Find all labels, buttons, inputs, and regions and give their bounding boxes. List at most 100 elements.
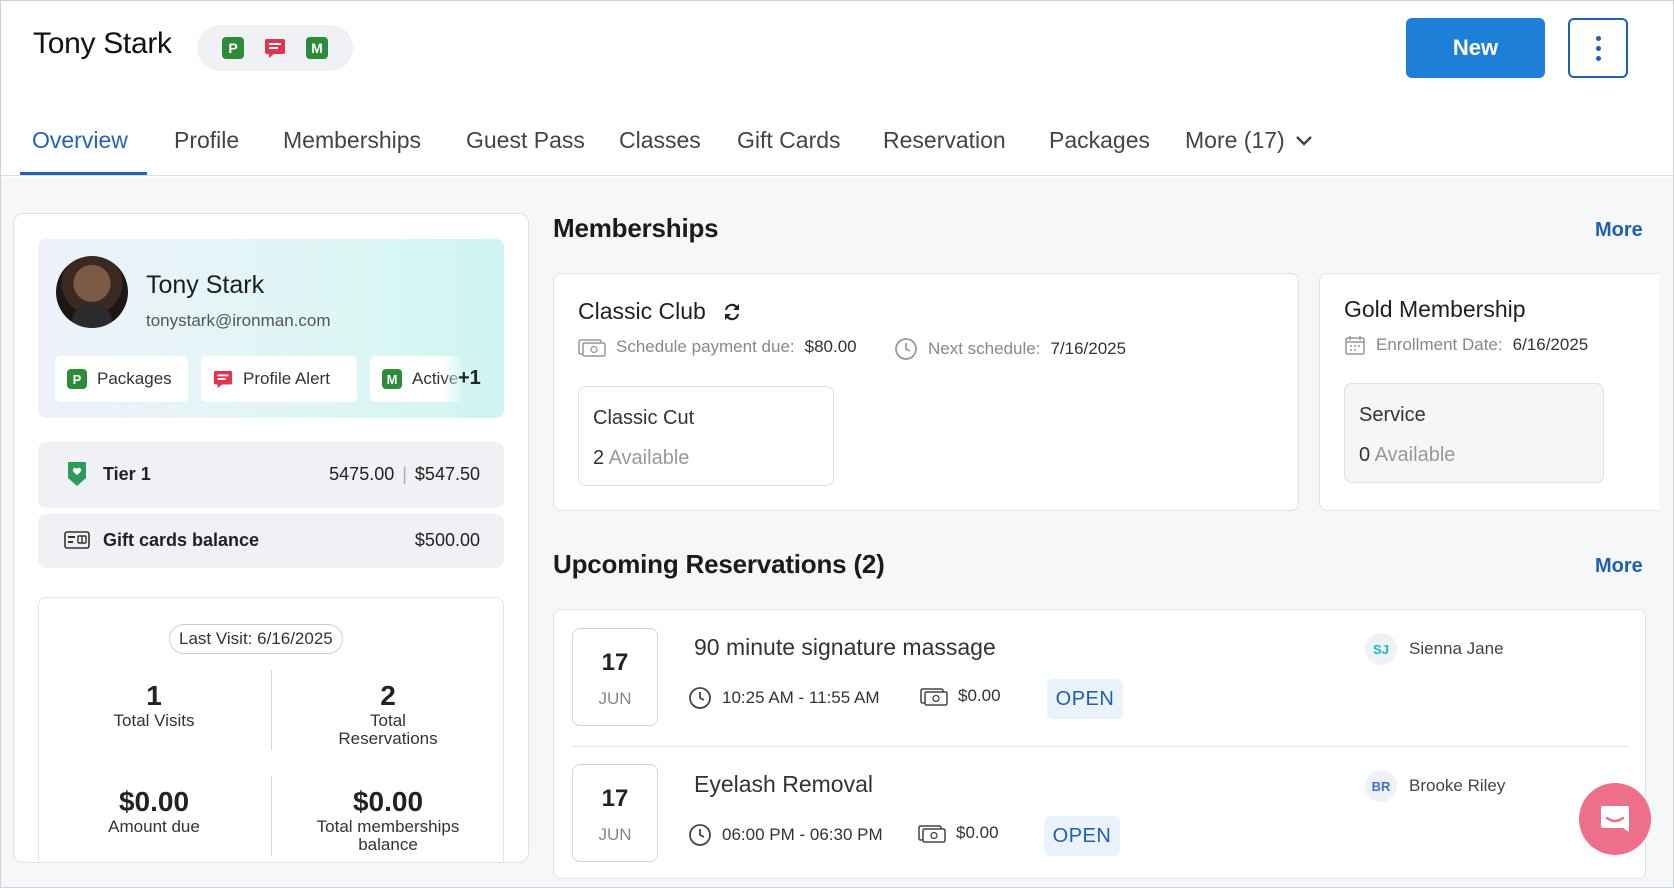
payment-cash-icon: [578, 339, 606, 357]
membership-m-icon[interactable]: M: [306, 37, 328, 59]
stat-label: balance: [358, 835, 418, 854]
reservation-date: 17 JUN: [572, 628, 658, 726]
customer-badges: P M: [197, 25, 353, 71]
tab-overview[interactable]: Overview: [32, 127, 128, 154]
service-availability: 0 Available: [1359, 444, 1456, 466]
schedule-payment-meta: Schedule payment due: $80.00: [578, 337, 857, 357]
stat-value: $0.00: [352, 786, 424, 817]
gift-card-icon: [64, 531, 90, 549]
reservations-title: Upcoming Reservations (2): [553, 549, 885, 579]
stat-value: $0.00: [118, 786, 190, 817]
reservation-staff: SJ Sienna Jane: [1365, 633, 1504, 665]
gift-cards-label: Gift cards balance: [103, 530, 260, 550]
payment-cash-icon: [918, 825, 946, 843]
reservation-price: $0.00: [920, 686, 1001, 706]
membership-m-icon: M: [382, 369, 402, 389]
reservation-month: JUN: [598, 689, 632, 708]
reservation-row[interactable]: 17 JUN Eyelash Removal 06:00 PM - 06:30 …: [554, 747, 1645, 878]
next-schedule-meta: Next schedule: 7/16/2025: [894, 337, 1126, 361]
meta-label: Next schedule:: [928, 339, 1041, 358]
reservation-staff: BR Brooke Riley: [1365, 770, 1505, 802]
stat-value: 1: [146, 680, 162, 711]
clock-icon: [689, 824, 711, 846]
membership-card[interactable]: Classic Club Schedule payment due: $80.0…: [553, 273, 1299, 511]
chip-profile-alert[interactable]: Profile Alert: [201, 356, 357, 402]
staff-initials-avatar: BR: [1365, 770, 1397, 802]
tab-memberships[interactable]: Memberships: [283, 127, 421, 154]
service-name: Service: [1359, 404, 1426, 426]
tab-profile[interactable]: Profile: [174, 127, 239, 154]
stat-total-visits: 1 Total Visits: [39, 680, 269, 730]
kebab-vertical-icon[interactable]: [1568, 18, 1628, 78]
tab-reservation[interactable]: Reservation: [883, 127, 1006, 154]
visit-stats: Last Visit: 6/16/2025 1 Total Visits 2 T…: [38, 597, 504, 862]
meta-value: 7/16/2025: [1050, 339, 1127, 358]
stat-label: Total memberships: [316, 817, 460, 836]
membership-name: Gold Membership: [1344, 296, 1526, 322]
chip-packages[interactable]: P Packages: [55, 356, 188, 402]
package-p-icon[interactable]: P: [222, 37, 244, 59]
tab-gift-cards[interactable]: Gift Cards: [737, 127, 841, 154]
avatar: [56, 256, 128, 328]
calendar-icon: [1345, 336, 1365, 355]
chip-label: Profile Alert: [243, 369, 330, 388]
alert-message-icon: [213, 370, 233, 389]
service-availability: 2 Available: [593, 447, 690, 469]
meta-value: 6/16/2025: [1512, 335, 1589, 354]
stat-value: 2: [380, 680, 396, 711]
membership-title-row: Classic Club: [578, 298, 744, 325]
tier-value: $547.50: [414, 464, 480, 484]
tab-more[interactable]: More (17): [1185, 127, 1313, 154]
reservation-price: $0.00: [918, 823, 999, 843]
staff-name: Brooke Riley: [1409, 776, 1506, 795]
gift-cards-value: $500.00: [414, 530, 480, 550]
loyalty-tier-row: Tier 1 5475.00 | $547.50: [38, 442, 504, 508]
memberships-title: Memberships: [553, 213, 719, 243]
tab-packages[interactable]: Packages: [1049, 127, 1150, 154]
stat-label: Amount due: [108, 817, 200, 836]
membership-card[interactable]: Gold Membership Enrollment Date: 6/16/20…: [1319, 273, 1659, 511]
staff-name: Sienna Jane: [1409, 639, 1504, 658]
profile-email: tonystark@ironman.com: [146, 311, 331, 330]
status-badge: OPEN: [1047, 679, 1123, 719]
membership-service: Classic Cut 2 Available: [578, 386, 834, 486]
memberships-more-link[interactable]: More: [1595, 219, 1643, 242]
customer-name: Tony Stark: [33, 27, 172, 60]
tier-shield-icon: [68, 462, 86, 486]
status-badge: OPEN: [1044, 816, 1120, 856]
new-button[interactable]: New: [1406, 18, 1545, 78]
stats-divider: [271, 670, 272, 750]
reservation-day: 17: [601, 649, 629, 676]
reservations-list: 17 JUN 90 minute signature massage 10:25…: [553, 609, 1646, 879]
clock-icon: [895, 338, 917, 360]
tab-classes[interactable]: Classes: [619, 127, 701, 154]
chevron-down-icon: [1295, 135, 1312, 146]
profile-name: Tony Stark: [146, 271, 265, 299]
last-visit-badge: Last Visit: 6/16/2025: [169, 624, 343, 654]
reservation-time: 06:00 PM - 06:30 PM: [688, 823, 883, 847]
enrollment-date-meta: Enrollment Date: 6/16/2025: [1344, 334, 1588, 356]
chip-label: Packages: [97, 369, 172, 388]
clock-icon: [689, 687, 711, 709]
stat-total-reservations: 2 Total Reservations: [273, 680, 503, 748]
tier-label: Tier 1: [103, 464, 151, 484]
meta-value: $80.00: [804, 337, 857, 356]
alert-message-icon[interactable]: [264, 37, 286, 59]
recurring-sync-icon: [724, 303, 739, 320]
reservation-row[interactable]: 17 JUN 90 minute signature massage 10:25…: [554, 610, 1645, 746]
chat-launcher-icon[interactable]: [1579, 783, 1651, 855]
meta-label: Enrollment Date:: [1376, 335, 1503, 354]
package-p-icon: P: [67, 369, 87, 389]
membership-service: Service 0 Available: [1344, 383, 1604, 483]
reservations-more-link[interactable]: More: [1595, 555, 1643, 578]
tab-guest-pass[interactable]: Guest Pass: [466, 127, 585, 154]
active-tab-indicator: [20, 172, 147, 175]
app-frame: Tony Stark P M New Overview Profile Memb…: [0, 0, 1674, 888]
more-chips-count[interactable]: +1: [458, 367, 481, 390]
reservation-day: 17: [601, 785, 629, 812]
meta-label: Schedule payment due:: [616, 337, 795, 356]
tier-points: 5475.00: [329, 464, 395, 484]
gift-cards-row: Gift cards balance $500.00: [38, 514, 504, 568]
reservation-month: JUN: [598, 825, 632, 844]
stats-divider: [271, 776, 272, 856]
